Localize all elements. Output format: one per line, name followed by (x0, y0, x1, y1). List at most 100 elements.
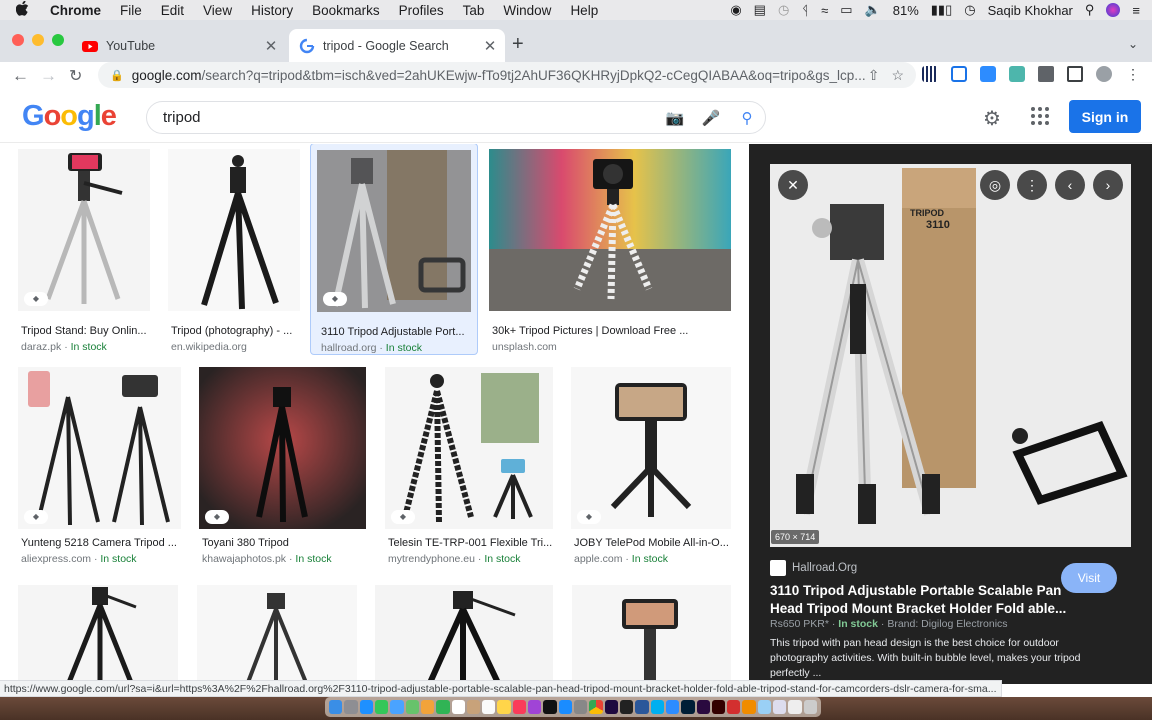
forward-arrow-icon[interactable]: → (40, 66, 57, 86)
system-preferences-icon[interactable] (574, 700, 588, 714)
close-preview-button[interactable]: ✕ (778, 170, 808, 200)
mail-icon[interactable] (390, 700, 404, 714)
tab-google-search[interactable]: tripod - Google Search ✕ (289, 29, 505, 62)
result-caption[interactable]: 30k+ Tripod Pictures | Download Free ... (492, 325, 730, 337)
result-card[interactable]: ◆ Yunteng 5218 Camera Tripod ... aliexpr… (18, 367, 181, 572)
menu-bookmarks[interactable]: Bookmarks (312, 3, 380, 18)
google-apps-icon[interactable] (1031, 107, 1049, 125)
maps-icon[interactable] (405, 700, 419, 714)
settings-gear-icon[interactable]: ⚙ (983, 106, 1001, 131)
preview-title[interactable]: 3110 Tripod Adjustable Portable Scalable… (770, 582, 1070, 618)
result-thumbnail[interactable] (572, 585, 731, 684)
menu-history[interactable]: History (251, 3, 293, 18)
result-thumbnail[interactable] (385, 367, 553, 529)
wifi-icon[interactable]: ≈ (821, 3, 828, 18)
tv-icon[interactable] (543, 700, 557, 714)
profile-avatar-icon[interactable] (1096, 66, 1112, 82)
premiere-icon[interactable] (696, 700, 710, 714)
result-thumbnail[interactable] (571, 367, 731, 529)
result-caption[interactable]: Telesin TE-TRP-001 Flexible Tri... (388, 537, 553, 549)
control-center-icon[interactable]: ≡ (1132, 3, 1140, 18)
result-caption[interactable]: Tripod Stand: Buy Onlin... (21, 325, 151, 337)
launchpad-icon[interactable] (344, 700, 358, 714)
tab-search-chevron-icon[interactable]: ⌄ (1128, 37, 1138, 51)
menu-window[interactable]: Window (503, 3, 551, 18)
result-card[interactable]: ◆ Toyani 380 Tripod khawajaphotos.pk · I… (199, 367, 366, 572)
result-thumbnail[interactable] (168, 149, 300, 311)
result-card-selected[interactable]: ◆ 3110 Tripod Adjustable Port... hallroa… (310, 144, 478, 355)
downloads-stack-icon[interactable] (773, 700, 787, 714)
result-card[interactable]: ◆ Tripod Stand: Buy Onlin... daraz.pk · … (18, 149, 150, 354)
safari-icon[interactable] (359, 700, 373, 714)
app-store-icon[interactable] (558, 700, 572, 714)
after-effects-icon[interactable] (604, 700, 618, 714)
result-card[interactable] (375, 585, 553, 684)
camera-search-icon[interactable]: 📷 (657, 109, 693, 127)
translate-extension-icon[interactable] (1009, 66, 1025, 82)
more-options-icon[interactable]: ⋮ (1017, 170, 1047, 200)
address-url[interactable]: google.com/search?q=tripod&tbm=isch&ved=… (132, 68, 868, 83)
zoom-window-button[interactable] (52, 34, 64, 46)
extensions-puzzle-icon[interactable] (1038, 66, 1054, 82)
preview-site[interactable]: Hallroad.Org (770, 560, 857, 576)
tab-google-search-close-icon[interactable]: ✕ (481, 37, 499, 55)
menu-view[interactable]: View (203, 3, 232, 18)
result-card[interactable]: ◆ JOBY TelePod Mobile All-in-O... apple.… (571, 367, 731, 572)
podcasts-icon[interactable] (528, 700, 542, 714)
menu-file[interactable]: File (120, 3, 142, 18)
reload-icon[interactable]: ↻ (69, 66, 82, 86)
chrome-menu-icon[interactable]: ⋮ (1125, 66, 1141, 82)
facetime-icon[interactable] (436, 700, 450, 714)
reminders-icon[interactable] (482, 700, 496, 714)
google-logo[interactable]: Google (22, 100, 117, 133)
result-card[interactable] (197, 585, 357, 684)
apple-menu-icon[interactable] (15, 0, 30, 19)
word-icon[interactable] (635, 700, 649, 714)
finder-icon[interactable] (329, 700, 343, 714)
trash-icon[interactable] (803, 700, 817, 714)
menu-app-chrome[interactable]: Chrome (50, 3, 101, 18)
zoom-extension-icon[interactable] (980, 66, 996, 82)
menu-help[interactable]: Help (570, 3, 598, 18)
bookmark-star-icon[interactable]: ☆ (891, 67, 904, 84)
preview-image[interactable]: TRIPOD 3110 (770, 164, 1131, 547)
result-caption[interactable]: 3110 Tripod Adjustable Port... (321, 326, 471, 338)
microphone-icon[interactable]: 🎤 (693, 109, 729, 127)
previous-image-icon[interactable]: ‹ (1055, 170, 1085, 200)
preview-app-icon[interactable] (757, 700, 772, 714)
screen-extension-icon[interactable] (951, 66, 967, 82)
search-icon[interactable]: ⚲ (729, 109, 765, 127)
photoshop-icon[interactable] (681, 700, 695, 714)
menu-profiles[interactable]: Profiles (399, 3, 444, 18)
menu-tab[interactable]: Tab (463, 3, 485, 18)
result-caption[interactable]: Yunteng 5218 Camera Tripod ... (21, 537, 181, 549)
search-input[interactable] (163, 109, 657, 126)
result-caption[interactable]: JOBY TelePod Mobile All-in-O... (574, 537, 730, 549)
visual-search-lens-icon[interactable]: ◎ (980, 170, 1010, 200)
battery-icon[interactable]: ▮▮▯ (931, 2, 952, 18)
result-card[interactable]: ◆ Telesin TE-TRP-001 Flexible Tri... myt… (385, 367, 553, 572)
audio-extension-icon[interactable] (922, 66, 938, 82)
result-thumbnail[interactable] (489, 149, 731, 311)
minimize-window-button[interactable] (32, 34, 44, 46)
calendar-icon[interactable] (451, 700, 465, 714)
user-name[interactable]: Saqib Khokhar (988, 3, 1073, 18)
result-caption[interactable]: Tripod (photography) - ... (171, 325, 301, 337)
result-thumbnail[interactable] (317, 150, 471, 312)
chrome-dock-icon[interactable] (589, 700, 603, 714)
result-thumbnail[interactable] (18, 149, 150, 311)
contacts-icon[interactable] (466, 700, 481, 714)
vlc-icon[interactable] (742, 700, 756, 714)
photos-icon[interactable] (420, 700, 435, 714)
messages-icon[interactable] (374, 700, 389, 714)
side-panel-icon[interactable] (1067, 66, 1083, 82)
terminal-icon[interactable] (619, 700, 634, 714)
new-tab-plus-icon[interactable]: + (512, 29, 524, 62)
result-thumbnail[interactable] (197, 585, 357, 684)
share-icon[interactable]: ⇧ (868, 67, 880, 84)
tab-youtube[interactable]: YouTube ✕ (72, 29, 286, 62)
display-icon[interactable]: ▤ (754, 2, 766, 18)
lock-icon[interactable]: 🔒 (110, 69, 124, 82)
close-window-button[interactable] (12, 34, 24, 46)
sign-in-button[interactable]: Sign in (1069, 100, 1141, 133)
